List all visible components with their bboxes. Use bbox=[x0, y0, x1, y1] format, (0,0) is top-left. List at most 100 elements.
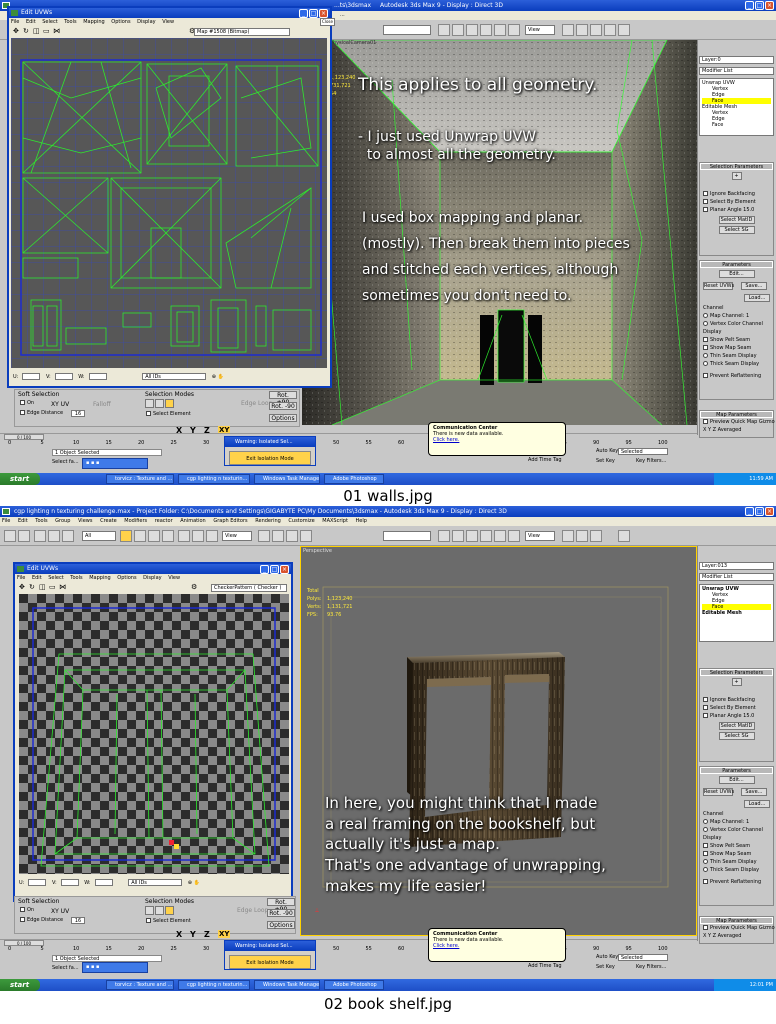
schematic-icon[interactable] bbox=[494, 530, 506, 542]
layer-manager-icon[interactable] bbox=[466, 530, 478, 542]
unlink-icon[interactable] bbox=[48, 530, 60, 542]
snap-icon[interactable] bbox=[272, 530, 284, 542]
axis-radios[interactable]: X Y Z Averaged bbox=[700, 426, 773, 434]
taskbar-item[interactable]: Adobe Photoshop bbox=[324, 980, 384, 990]
edge-loop-button[interactable]: Edge Loop bbox=[237, 907, 268, 914]
popup-link[interactable]: Click here. bbox=[433, 437, 561, 443]
menu-create[interactable]: Create bbox=[100, 518, 117, 524]
select-by-name-icon[interactable] bbox=[134, 530, 146, 542]
pivot-icon[interactable] bbox=[258, 530, 270, 542]
uvw-minimize-button[interactable]: _ bbox=[260, 565, 269, 574]
taskbar-item[interactable]: Adobe Photoshop bbox=[324, 474, 384, 484]
ids-dropdown[interactable]: All IDs bbox=[142, 373, 207, 380]
edge-distance-input[interactable]: 16 bbox=[71, 410, 85, 417]
pan-icon[interactable]: ✋ bbox=[218, 374, 224, 380]
options-button[interactable]: Options bbox=[267, 921, 295, 929]
redo-icon[interactable] bbox=[18, 530, 30, 542]
pan-icon[interactable]: ✋ bbox=[194, 880, 200, 886]
ignore-backfacing-checkbox[interactable]: Ignore Backfacing bbox=[700, 696, 773, 704]
render-frame-icon[interactable] bbox=[576, 530, 588, 542]
axis-constraint-xy[interactable]: XY bbox=[218, 930, 231, 938]
select-sg-button[interactable]: Select SG bbox=[718, 226, 755, 234]
parameters-header[interactable]: Parameters bbox=[700, 767, 773, 774]
key-selected-dropdown[interactable]: Selected bbox=[618, 954, 668, 961]
uvw-close-button[interactable]: × bbox=[319, 9, 328, 18]
selection-filter-dropdown[interactable]: All bbox=[82, 531, 116, 541]
add-time-tag[interactable]: Add Time Tag bbox=[528, 963, 562, 969]
mirror-icon[interactable] bbox=[438, 530, 450, 542]
menu-item[interactable]: ... bbox=[340, 12, 345, 18]
quick-render-icon[interactable] bbox=[590, 530, 602, 542]
material-editor-icon[interactable] bbox=[508, 530, 520, 542]
toolbar-button[interactable] bbox=[494, 24, 506, 36]
map-parameters-header[interactable]: Map Parameters bbox=[700, 411, 773, 418]
thick-seam-radio[interactable]: Thick Seam Display bbox=[700, 360, 773, 368]
toolbar-button[interactable] bbox=[562, 24, 574, 36]
named-selection-dropdown[interactable] bbox=[383, 531, 431, 541]
axis-constraint-y[interactable]: Y bbox=[190, 930, 196, 939]
mirror-icon[interactable]: ⋈ bbox=[53, 27, 60, 35]
reset-uvws-button[interactable]: Reset UVWs bbox=[703, 788, 734, 796]
toolbar-button[interactable] bbox=[604, 24, 616, 36]
freeform-icon[interactable]: ▭ bbox=[43, 27, 50, 35]
key-selected-dropdown[interactable]: Selected bbox=[618, 448, 668, 455]
move-tool-icon[interactable] bbox=[178, 530, 190, 542]
save-button[interactable]: Save... bbox=[740, 282, 767, 290]
show-map-seam-checkbox[interactable]: Show Map Seam bbox=[700, 344, 773, 352]
add-time-tag[interactable]: Add Time Tag bbox=[528, 457, 562, 463]
on-checkbox[interactable]: On bbox=[17, 906, 34, 914]
menu-customize[interactable]: Customize bbox=[288, 518, 314, 524]
grow-button[interactable]: + bbox=[731, 172, 742, 180]
angle-snap-icon[interactable] bbox=[286, 530, 298, 542]
exit-isolation-button[interactable]: Exit Isolation Mode bbox=[229, 955, 311, 969]
key-filters-button[interactable]: Key Filters... bbox=[636, 964, 666, 970]
coord-system-dropdown[interactable]: View bbox=[222, 531, 252, 541]
uvw-close-button[interactable]: × bbox=[280, 565, 289, 574]
uvw-editor-canvas[interactable] bbox=[11, 38, 327, 368]
move-icon[interactable]: ✥ bbox=[13, 27, 19, 35]
show-map-seam-checkbox[interactable]: Show Map Seam bbox=[700, 850, 773, 858]
ids-dropdown[interactable]: All IDs bbox=[128, 879, 183, 886]
edit-button[interactable]: Edit... bbox=[718, 270, 755, 278]
axis-radios[interactable]: X Y Z Averaged bbox=[700, 932, 773, 940]
vertex-color-channel-radio[interactable]: Vertex Color Channel bbox=[700, 320, 773, 328]
xy-uv-radio[interactable]: XY UV bbox=[51, 908, 69, 915]
toolbar-button[interactable] bbox=[438, 24, 450, 36]
start-button[interactable]: start bbox=[0, 979, 40, 991]
render-teapot-icon[interactable] bbox=[618, 530, 630, 542]
w-input[interactable] bbox=[94, 879, 113, 886]
view-dropdown[interactable]: View bbox=[525, 531, 555, 541]
menu-group[interactable]: Group bbox=[55, 518, 70, 524]
rotate-icon[interactable]: ↻ bbox=[29, 583, 35, 591]
ignore-backfacing-checkbox[interactable]: Ignore Backfacing bbox=[700, 190, 773, 198]
rot-plus-90-button[interactable]: Rot. +90 bbox=[269, 391, 297, 406]
menu-tools[interactable]: Tools bbox=[35, 518, 47, 524]
uvw-menu-display[interactable]: Display bbox=[143, 575, 161, 581]
axis-constraint-z[interactable]: Z bbox=[204, 930, 210, 939]
modifier-stack[interactable]: Unwrap UVW Vertex Edge Face Editable Mes… bbox=[699, 584, 774, 642]
render-teapot-icon[interactable] bbox=[618, 24, 630, 36]
xy-uv-radio[interactable]: XY UV bbox=[51, 401, 69, 408]
uvw-menu-options[interactable]: Options bbox=[117, 575, 136, 581]
uvw-maximize-button[interactable]: □ bbox=[270, 565, 279, 574]
zoom-icon[interactable]: ⊕ bbox=[188, 880, 192, 886]
menu-rendering[interactable]: Rendering bbox=[255, 518, 281, 524]
rot-minus-90-button[interactable]: Rot. -90 bbox=[269, 402, 297, 410]
menu-modifiers[interactable]: Modifiers bbox=[124, 518, 147, 524]
layer-field[interactable]: Layer:013 bbox=[699, 562, 774, 570]
uvw-map-dropdown[interactable]: Map #1508 (Bitmap) bbox=[194, 28, 290, 36]
face-mode-button[interactable] bbox=[165, 906, 174, 915]
thin-seam-radio[interactable]: Thin Seam Display bbox=[700, 352, 773, 360]
scale-icon[interactable]: ◫ bbox=[39, 583, 46, 591]
planar-angle-checkbox[interactable]: Planar Angle 15.0 bbox=[700, 712, 773, 720]
vertex-color-channel-radio[interactable]: Vertex Color Channel bbox=[700, 826, 773, 834]
on-checkbox[interactable]: On bbox=[17, 399, 34, 407]
select-object-icon[interactable] bbox=[120, 530, 132, 542]
rotate-tool-icon[interactable] bbox=[192, 530, 204, 542]
scale-icon[interactable]: ◫ bbox=[33, 27, 40, 35]
taskbar-item[interactable]: Windows Task Manager bbox=[254, 474, 320, 484]
uvw-menu-display[interactable]: Display bbox=[137, 19, 155, 25]
thick-seam-radio[interactable]: Thick Seam Display bbox=[700, 866, 773, 874]
menu-edit[interactable]: Edit bbox=[18, 518, 28, 524]
render-setup-icon[interactable] bbox=[562, 530, 574, 542]
